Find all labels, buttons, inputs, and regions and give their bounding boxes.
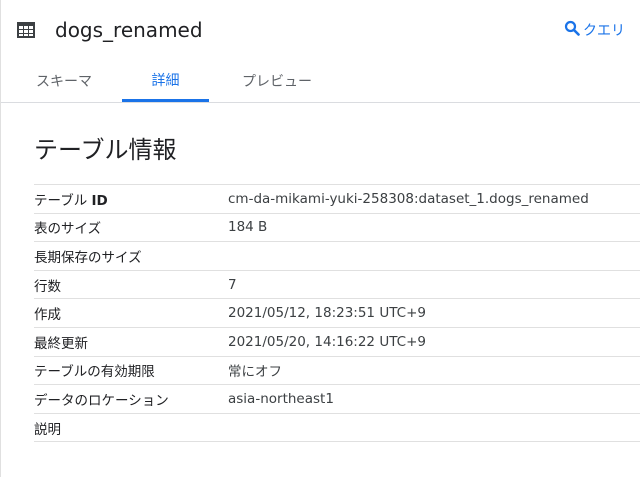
info-value: 7	[228, 270, 640, 300]
query-button-label: クエリ	[583, 23, 625, 39]
info-row-data-location: データのロケーション asia-northeast1	[34, 384, 640, 414]
info-value: cm-da-mikami-yuki-258308:dataset_1.dogs_…	[228, 184, 640, 214]
info-row-expiration: テーブルの有効期限 常にオフ	[34, 356, 640, 386]
tab-preview[interactable]: プレビュー	[238, 60, 316, 102]
info-row-long-term-storage: 長期保存のサイズ	[34, 241, 640, 271]
info-value	[228, 413, 640, 443]
info-value: 184 B	[228, 213, 640, 243]
tab-bar: スキーマ 詳細 プレビュー	[1, 60, 640, 103]
search-icon	[564, 20, 580, 40]
info-key: 説明	[34, 413, 228, 443]
info-row-table-id: テーブル ID cm-da-mikami-yuki-258308:dataset…	[34, 184, 640, 214]
info-key: テーブルの有効期限	[34, 356, 228, 386]
table-title: dogs_renamed	[55, 18, 203, 42]
table-info-list: テーブル ID cm-da-mikami-yuki-258308:dataset…	[34, 184, 640, 443]
info-value	[228, 241, 640, 271]
section-title: テーブル情報	[34, 136, 177, 164]
info-key: データのロケーション	[34, 384, 228, 414]
tab-schema[interactable]: スキーマ	[34, 60, 94, 102]
info-key: 表のサイズ	[34, 213, 228, 243]
info-key: 長期保存のサイズ	[34, 241, 228, 271]
info-value: asia-northeast1	[228, 384, 640, 414]
table-header: dogs_renamed クエリ	[1, 0, 640, 60]
info-row-table-size: 表のサイズ 184 B	[34, 213, 640, 243]
info-key: 作成	[34, 298, 228, 328]
info-row-last-modified: 最終更新 2021/05/20, 14:16:22 UTC+9	[34, 327, 640, 357]
info-key: 行数	[34, 270, 228, 300]
info-value: 2021/05/12, 18:23:51 UTC+9	[228, 298, 640, 328]
info-value: 常にオフ	[228, 356, 640, 386]
info-key: 最終更新	[34, 327, 228, 357]
details-panel: dogs_renamed クエリ スキーマ 詳細 プレビュー テーブル情報 テー…	[0, 0, 640, 477]
tab-details[interactable]: 詳細	[122, 60, 209, 102]
info-row-created: 作成 2021/05/12, 18:23:51 UTC+9	[34, 298, 640, 328]
info-row-row-count: 行数 7	[34, 270, 640, 300]
info-value: 2021/05/20, 14:16:22 UTC+9	[228, 327, 640, 357]
table-grid-icon	[17, 22, 35, 38]
info-row-description: 説明	[34, 413, 640, 443]
query-button[interactable]: クエリ	[564, 20, 625, 40]
info-key: テーブル ID	[34, 184, 228, 214]
